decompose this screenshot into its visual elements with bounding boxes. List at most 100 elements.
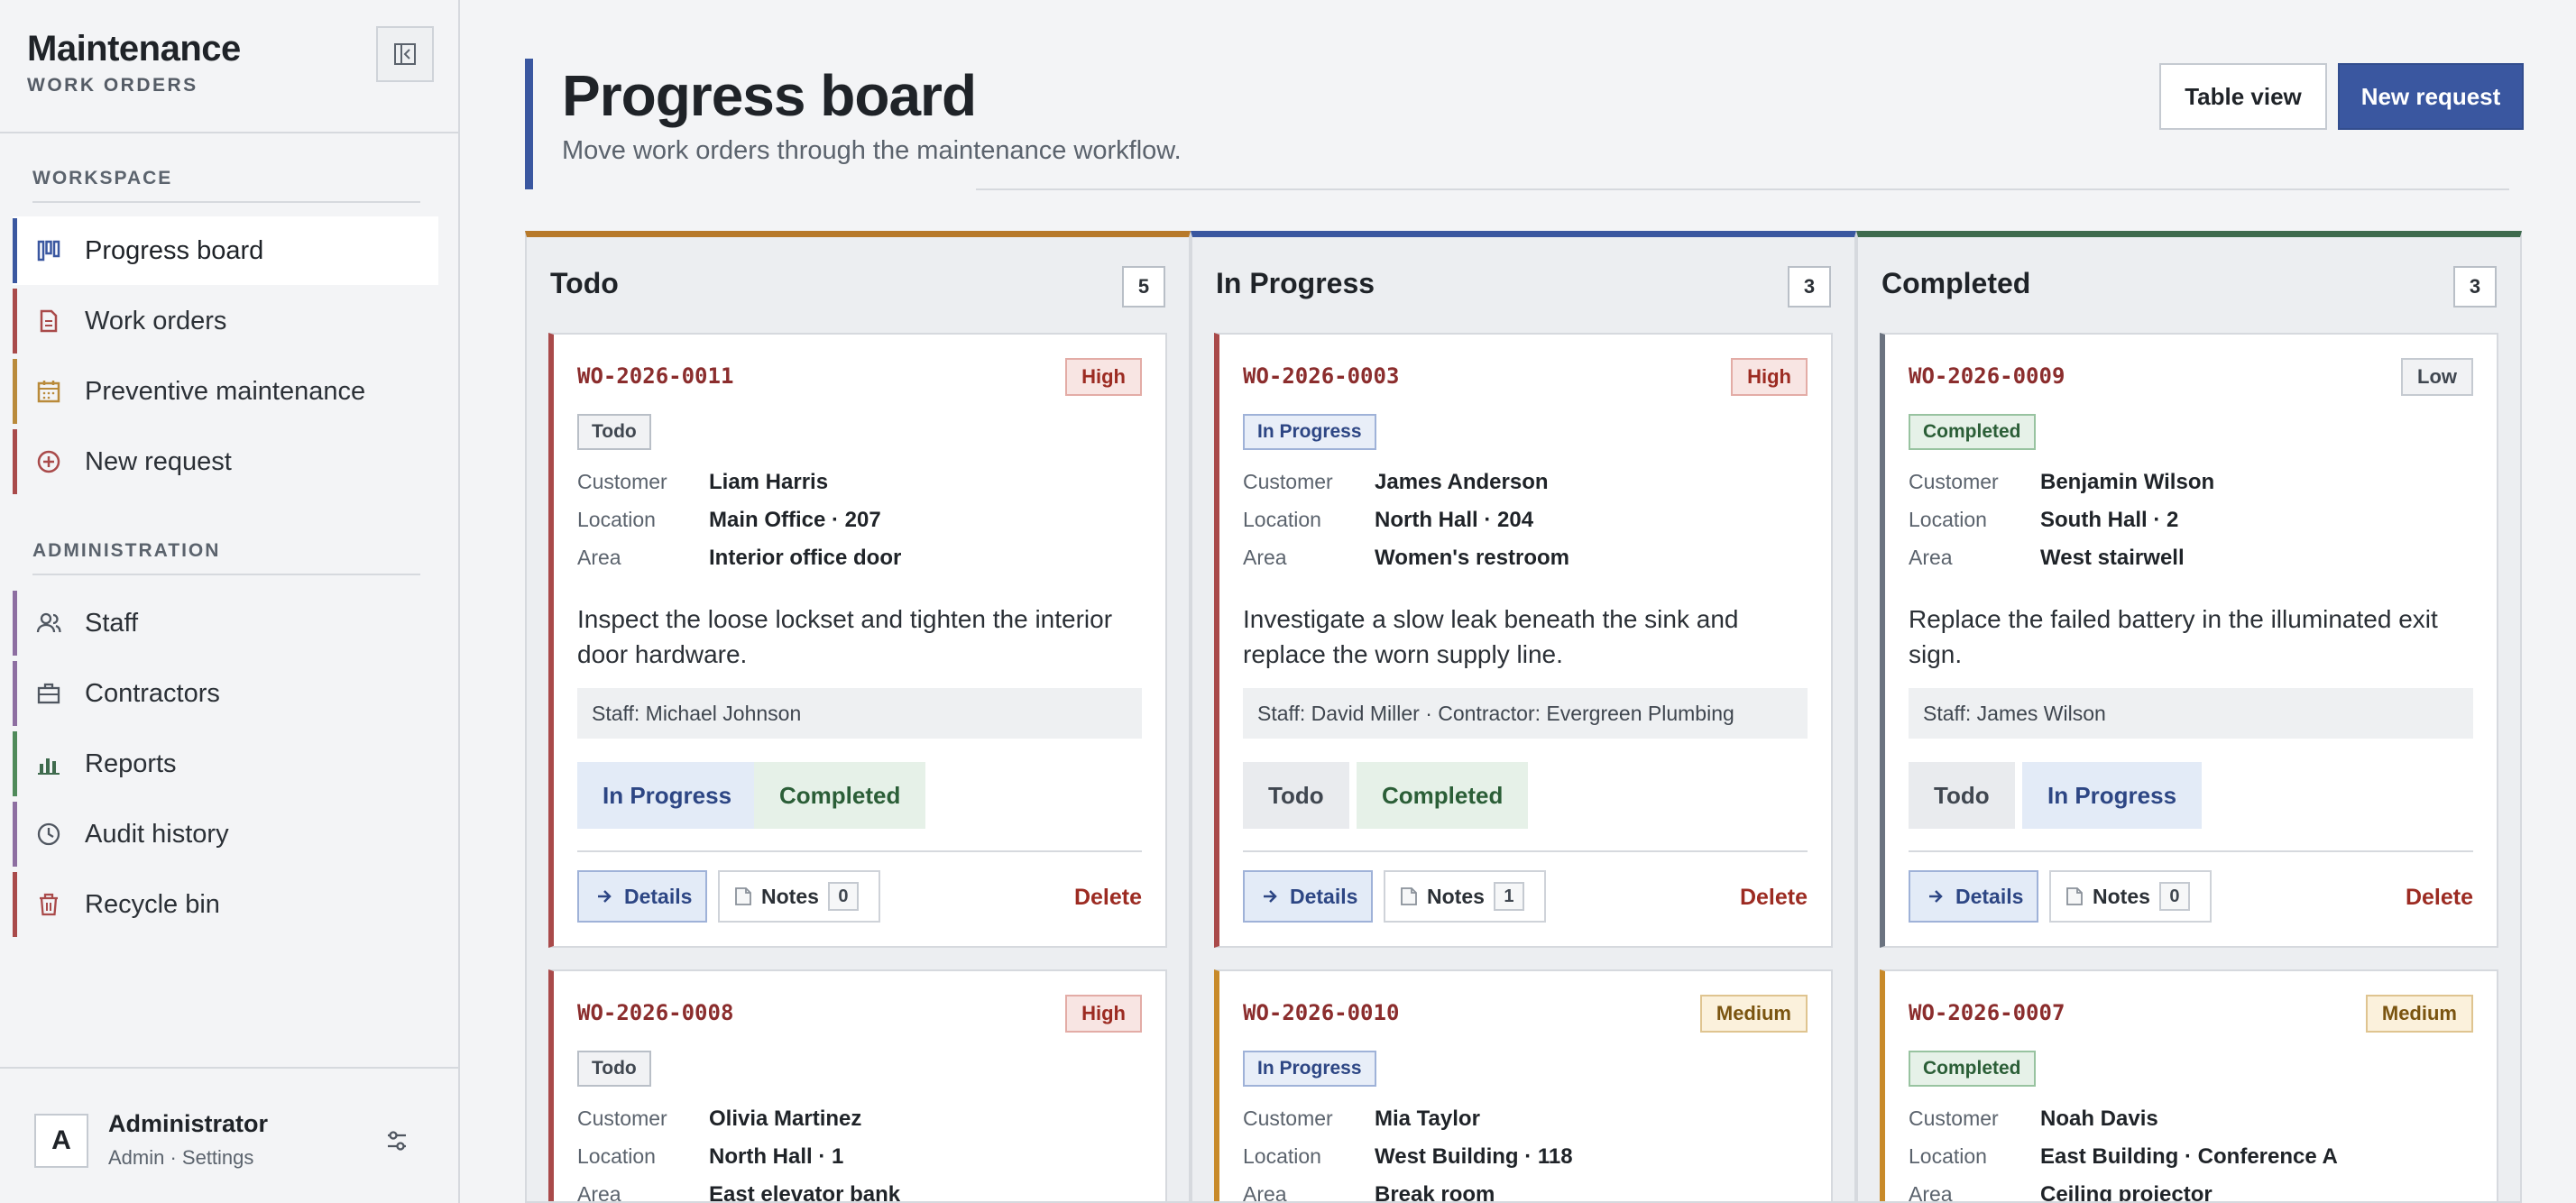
area-label: Area [577,1182,621,1203]
new-request-button[interactable]: New request [2338,63,2524,130]
brand: Maintenance WORK ORDERS [27,29,241,96]
section-label-administration: ADMINISTRATION [32,540,221,561]
column-count-badge: 3 [2453,266,2497,308]
details-button[interactable]: Details [577,870,707,923]
area-row: Area Women's restroom [1243,546,1569,571]
column-title: In Progress [1216,267,1375,299]
location-value: East Building · Conference A [2040,1144,2338,1169]
customer-label: Customer [577,470,667,493]
location-value: North Hall · 204 [1375,508,1534,532]
status-badge: In Progress [1243,414,1376,450]
sidebar-item-work-orders[interactable]: Work orders [13,287,438,355]
nav-accent-bar [13,661,17,726]
sidebar-item-recycle-bin[interactable]: Recycle bin [13,870,438,939]
user-subtitle[interactable]: Admin · Settings [108,1146,253,1170]
delete-button[interactable]: Delete [2406,885,2473,911]
sidebar-item-reports[interactable]: Reports [13,730,438,798]
move-to-todo-button[interactable]: Todo [1243,762,1349,829]
collapse-sidebar-button[interactable] [376,26,434,82]
customer-row: Customer Noah Davis [1909,1107,2158,1132]
kanban-icon [37,240,60,262]
move-to-completed-button[interactable]: Completed [754,762,926,829]
arrow-right-icon [598,890,612,903]
nav-accent-bar [13,731,17,796]
delete-button[interactable]: Delete [1074,885,1142,911]
location-label: Location [1243,508,1321,531]
move-to-in-progress-button[interactable]: In Progress [2022,762,2203,829]
area-row: Area Ceiling projector [1909,1182,2213,1203]
location-value: West Building · 118 [1375,1144,1573,1169]
work-order-card[interactable]: WO-2026-0003 High In Progress Customer Ja… [1214,333,1833,948]
location-value: Main Office · 207 [709,508,881,532]
page-subtitle: Move work orders through the maintenance… [562,136,1182,165]
briefcase-icon [37,683,60,704]
location-label: Location [577,1144,656,1168]
details-label: Details [1955,884,2024,908]
plus-circle-icon [37,450,60,473]
work-order-card[interactable]: WO-2026-0010 Medium In Progress Customer… [1214,969,1833,1203]
arrow-right-icon [1929,890,1943,903]
move-to-in-progress-button[interactable]: In Progress [577,762,758,829]
priority-badge: High [1065,995,1142,1033]
details-label: Details [624,884,693,908]
work-order-id[interactable]: WO-2026-0011 [577,363,733,389]
sidebar-item-new-request[interactable]: New request [13,427,438,496]
work-order-card[interactable]: WO-2026-0008 High Todo Customer Olivia Ma… [548,969,1167,1203]
work-order-card[interactable]: WO-2026-0007 Medium Completed Customer No… [1880,969,2498,1203]
work-order-card[interactable]: WO-2026-0011 High Todo Customer Liam Harr… [548,333,1167,948]
location-label: Location [1243,1144,1321,1168]
notes-button[interactable]: Notes 0 [718,870,880,923]
work-order-id[interactable]: WO-2026-0008 [577,1000,733,1025]
assignment-info: Staff: Michael Johnson [577,688,1142,739]
column-in-progress: In Progress 3 WO-2026-0003 High In Progr… [1191,231,1856,1203]
sidebar-item-staff[interactable]: Staff [13,589,438,657]
location-row: Location North Hall · 204 [1243,508,1533,533]
location-value: North Hall · 1 [709,1144,844,1169]
customer-row: Customer Liam Harris [577,470,828,495]
sidebar-item-progress-board[interactable]: Progress board [13,216,438,285]
location-label: Location [1909,508,1987,531]
details-button[interactable]: Details [1243,870,1373,923]
notes-count: 0 [827,882,859,911]
sidebar-item-preventive-maintenance[interactable]: Preventive maintenance [13,357,438,426]
notes-button[interactable]: Notes 1 [1384,870,1546,923]
header-divider [976,188,2509,190]
card-divider [577,850,1142,852]
sliders-icon[interactable] [382,1126,411,1155]
location-row: Location West Building · 118 [1243,1144,1573,1170]
work-order-id[interactable]: WO-2026-0003 [1243,363,1399,389]
move-to-todo-button[interactable]: Todo [1909,762,2015,829]
bar-chart-icon [38,758,60,775]
assignment-info: Staff: James Wilson [1909,688,2473,739]
area-value: Break room [1375,1182,1495,1203]
work-order-card[interactable]: WO-2026-0009 Low Completed Customer Benja… [1880,333,2498,948]
customer-label: Customer [1243,1107,1333,1130]
area-value: Women's restroom [1375,546,1569,570]
priority-badge: Medium [1699,995,1808,1033]
status-badge: In Progress [1243,1051,1376,1087]
details-button[interactable]: Details [1909,870,2038,923]
clock-icon [37,822,60,846]
sidebar: Maintenance WORK ORDERS WORKSPACE Progre… [0,0,460,1203]
move-to-completed-button[interactable]: Completed [1357,762,1529,829]
sidebar-item-audit-history[interactable]: Audit history [13,800,438,868]
work-order-id[interactable]: WO-2026-0009 [1909,363,2065,389]
note-icon [1401,887,1417,905]
table-view-button[interactable]: Table view [2159,63,2327,130]
column-title: Completed [1881,267,2031,299]
avatar[interactable]: A [34,1114,88,1168]
notes-button[interactable]: Notes 0 [2049,870,2212,923]
column-title: Todo [550,267,619,299]
work-order-id[interactable]: WO-2026-0007 [1909,1000,2065,1025]
area-label: Area [1909,1182,1953,1203]
nav-accent-bar [13,429,17,494]
customer-value: Liam Harris [709,470,829,494]
work-order-id[interactable]: WO-2026-0010 [1243,1000,1399,1025]
sidebar-item-label: Work orders [85,306,227,335]
delete-button[interactable]: Delete [1740,885,1808,911]
location-label: Location [577,508,656,531]
assignment-info: Staff: David Miller · Contractor: Evergr… [1243,688,1808,739]
notes-count: 0 [2158,882,2190,911]
column-completed: Completed 3 WO-2026-0009 Low Completed C… [1856,231,2522,1203]
sidebar-item-contractors[interactable]: Contractors [13,659,438,728]
